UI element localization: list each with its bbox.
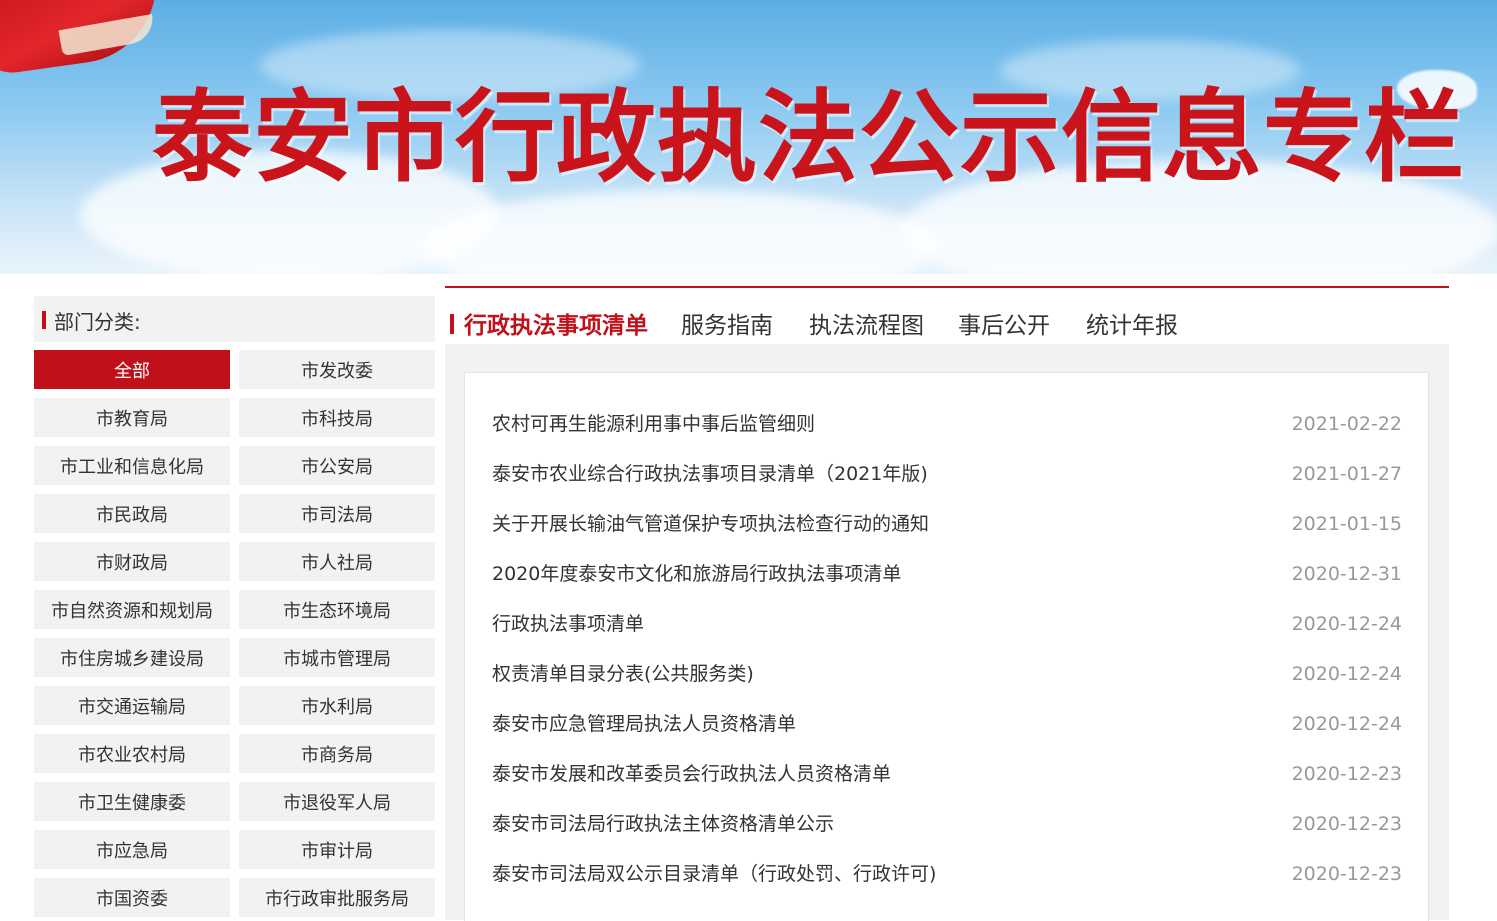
department-button[interactable]: 市国资委 (34, 878, 230, 917)
tab-post-disclosure[interactable]: 事后公开 (958, 306, 1050, 340)
article-link[interactable]: 2020年度泰安市文化和旅游局行政执法事项清单 (492, 563, 901, 585)
list-item: 泰安市农业综合行政执法事项目录清单（2021年版) 2021-01-27 (492, 463, 1402, 513)
list-item: 权责清单目录分表(公共服务类) 2020-12-24 (492, 663, 1402, 713)
department-button[interactable]: 市生态环境局 (239, 590, 435, 629)
article-link[interactable]: 关于开展长输油气管道保护专项执法检查行动的通知 (492, 513, 929, 535)
list-item: 泰安市司法局双公示目录清单（行政处罚、行政许可) 2020-12-23 (492, 863, 1402, 913)
sidebar-heading: 部门分类: (54, 310, 141, 334)
article-date: 2021-01-15 (1291, 513, 1402, 535)
article-date: 2020-12-23 (1291, 863, 1402, 885)
article-link[interactable]: 权责清单目录分表(公共服务类) (492, 663, 754, 685)
list-item: 泰安市司法局行政执法主体资格清单公示 2020-12-23 (492, 813, 1402, 863)
department-button[interactable]: 市工业和信息化局 (34, 446, 230, 485)
tab-service-guide[interactable]: 服务指南 (681, 306, 773, 340)
department-button-all[interactable]: 全部 (34, 350, 230, 389)
list-item: 农村可再生能源利用事中事后监管细则 2021-02-22 (492, 413, 1402, 463)
department-button[interactable]: 市科技局 (239, 398, 435, 437)
department-button[interactable]: 市自然资源和规划局 (34, 590, 230, 629)
department-button[interactable]: 市审计局 (239, 830, 435, 869)
article-link[interactable]: 行政执法事项清单 (492, 613, 644, 635)
article-list: 农村可再生能源利用事中事后监管细则 2021-02-22 泰安市农业综合行政执法事项… (492, 413, 1402, 913)
department-button[interactable]: 市财政局 (34, 542, 230, 581)
list-item: 行政执法事项清单 2020-12-24 (492, 613, 1402, 663)
department-button[interactable]: 市交通运输局 (34, 686, 230, 725)
list-item: 泰安市应急管理局执法人员资格清单 2020-12-24 (492, 713, 1402, 763)
article-date: 2020-12-24 (1291, 713, 1402, 735)
article-link[interactable]: 泰安市司法局双公示目录清单（行政处罚、行政许可) (492, 863, 936, 885)
department-button[interactable]: 市应急局 (34, 830, 230, 869)
cloud-decoration (420, 190, 940, 274)
list-item: 2020年度泰安市文化和旅游局行政执法事项清单 2020-12-31 (492, 563, 1402, 613)
department-button[interactable]: 市民政局 (34, 494, 230, 533)
department-button[interactable]: 市退役军人局 (239, 782, 435, 821)
department-button[interactable]: 市人社局 (239, 542, 435, 581)
tab-enforcement-list[interactable]: 行政执法事项清单 (464, 306, 648, 340)
header-banner: 泰安市行政执法公示信息专栏 (0, 0, 1497, 274)
list-item: 泰安市发展和改革委员会行政执法人员资格清单 2020-12-23 (492, 763, 1402, 813)
department-button[interactable]: 市农业农村局 (34, 734, 230, 773)
article-date: 2020-12-23 (1291, 763, 1402, 785)
department-button[interactable]: 市住房城乡建设局 (34, 638, 230, 677)
tab-bar: 行政执法事项清单 服务指南 执法流程图 事后公开 统计年报 (445, 286, 1449, 346)
department-button[interactable]: 市教育局 (34, 398, 230, 437)
department-button[interactable]: 市发改委 (239, 350, 435, 389)
sidebar-header: 部门分类: (34, 296, 435, 342)
article-list-card: 农村可再生能源利用事中事后监管细则 2021-02-22 泰安市农业综合行政执法事项… (464, 372, 1429, 921)
article-date: 2020-12-23 (1291, 813, 1402, 835)
department-button[interactable]: 市水利局 (239, 686, 435, 725)
department-button[interactable]: 市卫生健康委 (34, 782, 230, 821)
article-date: 2021-02-22 (1291, 413, 1402, 435)
main-content: 行政执法事项清单 服务指南 执法流程图 事后公开 统计年报 农村可再生能源利用事… (445, 286, 1449, 921)
department-sidebar: 部门分类: 全部 市发改委 市教育局 市科技局 市工业和信息化局 市公安局 市民政局 市司法局… (34, 296, 435, 920)
tab-process-chart[interactable]: 执法流程图 (809, 306, 924, 340)
heading-accent-bar (42, 311, 46, 329)
department-grid: 全部 市发改委 市教育局 市科技局 市工业和信息化局 市公安局 市民政局 市司法局 市财政局 市人… (34, 350, 435, 917)
article-link[interactable]: 泰安市应急管理局执法人员资格清单 (492, 713, 796, 735)
article-link[interactable]: 泰安市发展和改革委员会行政执法人员资格清单 (492, 763, 891, 785)
department-button[interactable]: 市公安局 (239, 446, 435, 485)
list-item: 关于开展长输油气管道保护专项执法检查行动的通知 2021-01-15 (492, 513, 1402, 563)
article-link[interactable]: 泰安市司法局行政执法主体资格清单公示 (492, 813, 834, 835)
article-date: 2020-12-31 (1291, 563, 1402, 585)
department-button[interactable]: 市司法局 (239, 494, 435, 533)
page-title: 泰安市行政执法公示信息专栏 (152, 78, 1465, 196)
article-date: 2020-12-24 (1291, 663, 1402, 685)
article-link[interactable]: 泰安市农业综合行政执法事项目录清单（2021年版) (492, 463, 928, 485)
article-link[interactable]: 农村可再生能源利用事中事后监管细则 (492, 413, 815, 435)
tab-accent-bar (450, 314, 454, 334)
department-button[interactable]: 市城市管理局 (239, 638, 435, 677)
tab-annual-report[interactable]: 统计年报 (1086, 306, 1178, 340)
department-button[interactable]: 市行政审批服务局 (239, 878, 435, 917)
article-date: 2021-01-27 (1291, 463, 1402, 485)
department-button[interactable]: 市商务局 (239, 734, 435, 773)
article-date: 2020-12-24 (1291, 613, 1402, 635)
